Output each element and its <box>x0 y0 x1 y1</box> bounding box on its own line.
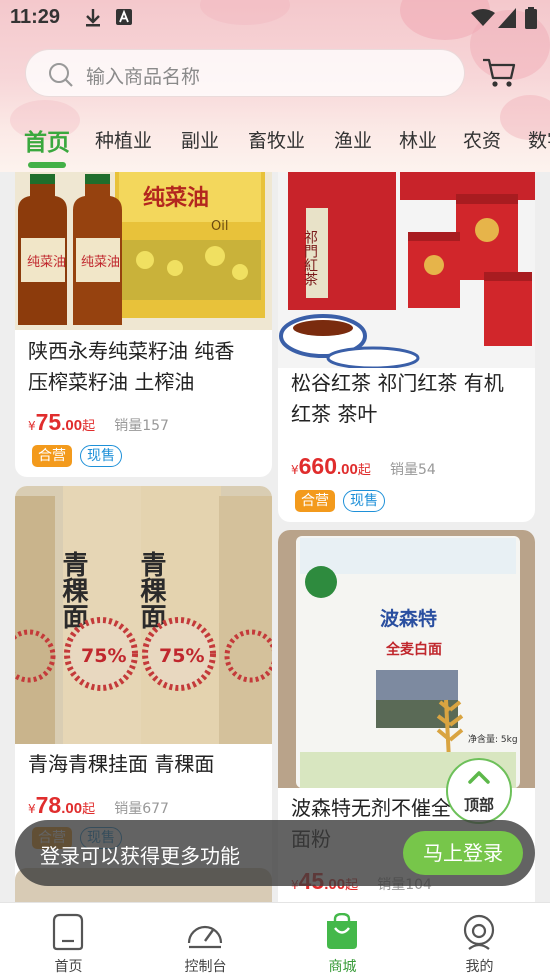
home-icon <box>52 913 84 951</box>
oil-box-subtitle: Oil <box>211 219 228 234</box>
product-title-line: 压榨菜籽油 土榨油 <box>28 370 195 394</box>
flour-net-weight: 净含量: 5kg <box>468 733 518 745</box>
currency-symbol: ¥ <box>28 802 36 816</box>
header: 11:29 输入商品名称 首页 种植业 副业 畜牧业 渔业 林业 农资 数 <box>0 0 550 172</box>
nav-item-profile[interactable]: 我的 <box>411 903 548 979</box>
oil-label-text: 纯菜油 <box>27 255 66 270</box>
status-bar: 11:29 <box>0 0 550 36</box>
product-image-flour: 波森特 全麦白面 净含量: 5kg <box>278 530 535 788</box>
noodle-percent: 75% <box>81 645 126 667</box>
price-integer: 75 <box>35 409 62 435</box>
badge-joint-operation: 合营 <box>295 490 335 512</box>
tab-agri-supplies[interactable]: 农资 <box>463 126 501 153</box>
chevron-up-icon <box>468 771 490 784</box>
noodle-percent: 75% <box>159 645 204 667</box>
search-input[interactable]: 输入商品名称 <box>25 49 465 97</box>
search-placeholder: 输入商品名称 <box>86 66 201 88</box>
sales-count: 销量677 <box>114 801 169 817</box>
nav-item-mall[interactable]: 商城 <box>274 903 411 979</box>
product-image-oil: 纯菜油 纯菜油 纯菜油 Oil <box>15 172 272 330</box>
product-title-line: 青海青稞挂面 青稞面 <box>28 752 215 776</box>
category-tabs: 首页 种植业 副业 畜牧业 渔业 林业 农资 数字 <box>0 122 550 162</box>
status-time: 11:29 <box>10 6 61 28</box>
price-row: ¥75.00起 销量157 <box>28 409 169 436</box>
login-now-button[interactable]: 马上登录 <box>403 831 523 875</box>
price-decimal: .00 <box>61 800 83 817</box>
product-title-line: 松谷红茶 祁门红茶 有机 <box>291 371 504 395</box>
noodle-bag-text: 青稞面 <box>136 551 167 629</box>
tab-livestock[interactable]: 畜牧业 <box>248 126 305 153</box>
product-image-noodles: 青稞面 青稞面 75% 75% <box>15 486 272 744</box>
battery-icon <box>525 7 537 29</box>
product-image: 青稞面 青稞面 75% 75% <box>15 486 272 744</box>
nav-item-home[interactable]: 首页 <box>0 903 137 979</box>
price-suffix: 起 <box>357 463 371 478</box>
nav-label: 我的 <box>465 959 494 975</box>
wifi-icon <box>471 9 495 26</box>
bottom-navigation: 首页 控制台 商城 我的 <box>0 902 550 979</box>
search-icon <box>49 63 73 87</box>
price-suffix: 起 <box>82 802 96 817</box>
product-card[interactable]: 纯菜油 纯菜油 纯菜油 Oil 陕西永寿纯菜籽油 纯香 压榨菜籽油 土榨油 ¥7… <box>15 172 272 477</box>
badge-row: 合营现售 <box>295 490 393 512</box>
badge-row: 合营现售 <box>32 445 130 467</box>
nav-label: 首页 <box>54 959 83 975</box>
price-decimal: .00 <box>337 461 358 478</box>
back-to-top-label: 顶部 <box>463 796 494 814</box>
badge-joint-operation: 合营 <box>32 445 72 467</box>
price-row: ¥660.00起 销量54 <box>291 453 436 480</box>
login-prompt-banner: 登录可以获得更多功能 马上登录 <box>15 820 535 886</box>
product-title: 青海青稞挂面 青稞面 <box>28 749 214 780</box>
back-to-top-button[interactable]: 顶部 <box>446 758 512 824</box>
user-icon <box>463 914 495 950</box>
currency-symbol: ¥ <box>291 463 299 477</box>
oil-label-text: 纯菜油 <box>81 255 120 270</box>
flour-type-text: 全麦白面 <box>385 641 442 658</box>
tab-digital[interactable]: 数字 <box>528 126 550 153</box>
product-title-line: 陕西永寿纯菜籽油 纯香 <box>28 339 235 363</box>
active-tab-indicator <box>28 162 66 168</box>
oil-box-title: 纯菜油 <box>143 185 209 211</box>
sales-count: 销量157 <box>114 418 169 434</box>
badge-in-stock: 现售 <box>80 445 122 467</box>
product-card[interactable]: 祁門紅茶 松谷红茶 祁门红茶 有机 红茶 茶叶 ¥660.00起 销量54 合营… <box>278 172 535 522</box>
nav-label: 控制台 <box>184 959 227 975</box>
download-icon <box>86 9 100 27</box>
nav-item-dashboard[interactable]: 控制台 <box>137 903 274 979</box>
noodle-bag-text: 青稞面 <box>58 551 89 629</box>
tab-fishery[interactable]: 渔业 <box>334 126 372 153</box>
product-image: 祁門紅茶 <box>278 172 535 368</box>
tea-box-text: 祁門紅茶 <box>302 230 318 286</box>
product-image: 纯菜油 纯菜油 纯菜油 Oil <box>15 172 272 330</box>
gauge-icon <box>187 925 223 949</box>
price-integer: 660 <box>298 453 338 479</box>
tab-home[interactable]: 首页 <box>24 123 70 157</box>
shopping-bag-icon <box>327 913 357 949</box>
cart-icon[interactable] <box>481 54 517 90</box>
price-integer: 78 <box>35 792 62 818</box>
product-title: 松谷红茶 祁门红茶 有机 红茶 茶叶 <box>291 368 504 430</box>
tab-forestry[interactable]: 林业 <box>399 126 437 153</box>
product-title-line: 红茶 茶叶 <box>291 402 378 426</box>
product-image-tea: 祁門紅茶 <box>278 172 535 368</box>
badge-in-stock: 现售 <box>343 490 385 512</box>
currency-symbol: ¥ <box>28 419 36 433</box>
tab-planting[interactable]: 种植业 <box>95 126 152 153</box>
product-title: 陕西永寿纯菜籽油 纯香 压榨菜籽油 土榨油 <box>28 336 234 398</box>
price-decimal: .00 <box>61 417 83 434</box>
flour-brand-text: 波森特 <box>380 607 437 630</box>
nav-label: 商城 <box>328 959 357 975</box>
product-image: 波森特 全麦白面 净含量: 5kg <box>278 530 535 788</box>
price-row: ¥78.00起 销量677 <box>28 792 169 819</box>
tab-sideline[interactable]: 副业 <box>181 126 219 153</box>
keyboard-a-icon <box>116 9 132 25</box>
login-prompt-text: 登录可以获得更多功能 <box>40 844 240 868</box>
price-suffix: 起 <box>82 419 96 434</box>
signal-icon <box>498 8 516 28</box>
sales-count: 销量54 <box>389 462 436 478</box>
